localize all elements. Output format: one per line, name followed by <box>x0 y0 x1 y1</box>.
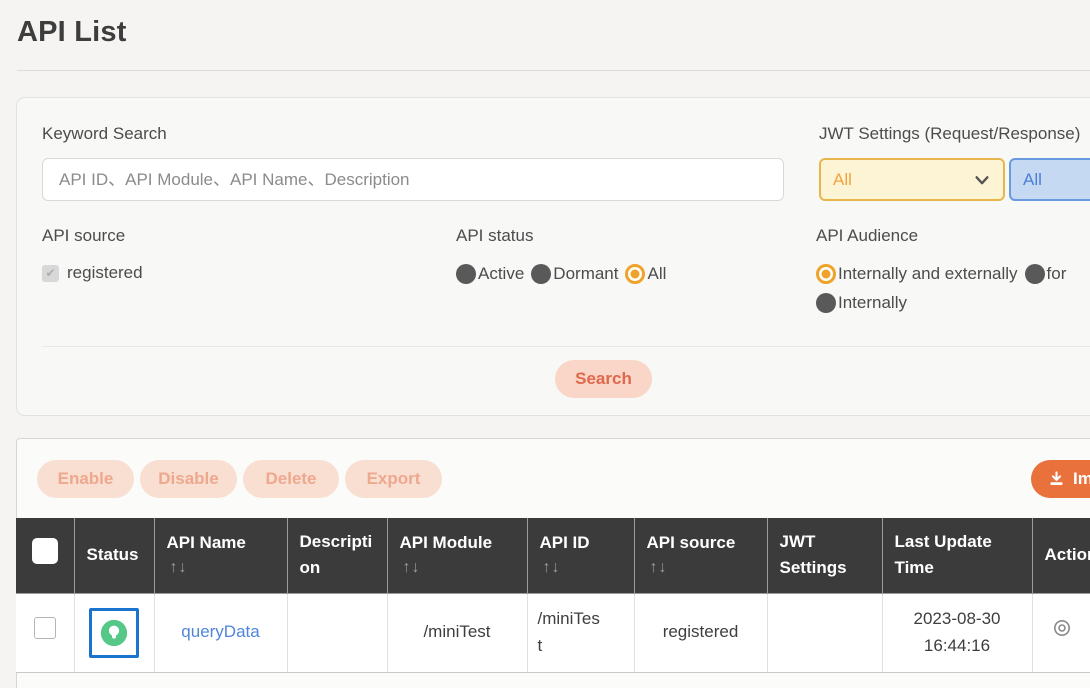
table-row: queryData /miniTest /miniTest registered… <box>16 593 1090 672</box>
api-audience-option-internally-externally: Internally and externally <box>816 264 1018 284</box>
row-api-id-value: /miniTest <box>538 606 602 659</box>
radio-internally-label: Internally <box>838 293 907 313</box>
column-header-last-update-time: Last Update Time <box>882 518 1032 593</box>
api-audience-options-row-1: Internally and externally for <box>816 264 1073 284</box>
api-status-options: Active Dormant All <box>456 264 673 284</box>
column-header-last-update-time-label: Last Update Time <box>895 532 992 577</box>
row-description-cell <box>287 593 387 672</box>
radio-all[interactable] <box>625 264 645 284</box>
export-button[interactable]: Export <box>345 460 442 498</box>
status-toggle-button[interactable] <box>89 608 139 658</box>
select-all-checkbox[interactable] <box>32 538 58 564</box>
column-header-status-label: Status <box>87 545 139 564</box>
row-action-cell <box>1032 593 1090 672</box>
column-header-api-module[interactable]: API Module ↑↓ <box>387 518 527 593</box>
column-header-api-id-label: API ID <box>540 533 590 552</box>
row-jwt-settings-cell <box>767 593 882 672</box>
view-button[interactable] <box>1051 617 1073 642</box>
column-header-api-name-label: API Name <box>167 533 246 552</box>
title-divider <box>17 70 1090 71</box>
active-bulb-icon <box>99 618 129 648</box>
sort-icon[interactable]: ↑↓ <box>167 556 275 581</box>
keyword-search-label: Keyword Search <box>42 124 167 144</box>
download-icon <box>1047 470 1066 489</box>
search-button[interactable]: Search <box>555 360 652 398</box>
radio-for-label: for <box>1047 264 1067 284</box>
api-audience-option-for: for <box>1025 264 1067 284</box>
select-all-header <box>16 518 74 593</box>
api-audience-option-internally: Internally <box>816 293 907 313</box>
search-panel-divider <box>42 346 1090 347</box>
import-button-label: Import <box>1073 469 1090 489</box>
keyword-search-input[interactable] <box>42 158 784 201</box>
registered-checkbox[interactable]: ✔ <box>42 265 59 282</box>
column-header-status: Status <box>74 518 154 593</box>
column-header-api-id[interactable]: API ID ↑↓ <box>527 518 634 593</box>
sort-icon[interactable]: ↑↓ <box>400 556 515 581</box>
registered-label: registered <box>67 263 143 283</box>
jwt-response-select[interactable]: All <box>1009 158 1090 201</box>
table-panel: Enable Disable Delete Export Import <box>16 438 1090 688</box>
radio-active-label: Active <box>478 264 524 284</box>
jwt-request-selected-value: All <box>833 170 852 190</box>
api-status-option-active: Active <box>456 264 524 284</box>
page-content: API List Keyword Search JWT Settings (Re… <box>0 0 1090 688</box>
column-header-jwt-settings: JWT Settings <box>767 518 882 593</box>
api-status-option-all: All <box>625 264 666 284</box>
radio-active[interactable] <box>456 264 476 284</box>
radio-for[interactable] <box>1025 264 1045 284</box>
column-header-api-module-label: API Module <box>400 533 493 552</box>
search-panel: Keyword Search JWT Settings (Request/Res… <box>16 97 1090 416</box>
header-row: Status API Name ↑↓ Description API Modul… <box>16 518 1090 593</box>
radio-internally-externally-label: Internally and externally <box>838 264 1018 284</box>
column-header-api-source[interactable]: API source ↑↓ <box>634 518 767 593</box>
delete-button[interactable]: Delete <box>243 460 339 498</box>
radio-internally[interactable] <box>816 293 836 313</box>
sort-icon[interactable]: ↑↓ <box>540 556 622 581</box>
eye-icon <box>1051 617 1073 639</box>
api-table: Status API Name ↑↓ Description API Modul… <box>16 518 1090 673</box>
sort-icon[interactable]: ↑↓ <box>647 556 755 581</box>
column-header-action-label: Action <box>1045 545 1090 564</box>
jwt-settings-label: JWT Settings (Request/Response) <box>819 124 1080 144</box>
row-api-source-cell: registered <box>634 593 767 672</box>
api-source-label: API source <box>42 226 125 246</box>
column-header-description-label: Description <box>300 532 373 577</box>
disable-button[interactable]: Disable <box>140 460 237 498</box>
enable-button[interactable]: Enable <box>37 460 134 498</box>
jwt-request-select[interactable]: All <box>819 158 1005 201</box>
import-button[interactable]: Import <box>1031 460 1090 498</box>
row-status-cell <box>74 593 154 672</box>
api-name-link[interactable]: queryData <box>181 622 259 641</box>
radio-dormant-label: Dormant <box>553 264 618 284</box>
column-header-description: Description <box>287 518 387 593</box>
api-status-option-dormant: Dormant <box>531 264 618 284</box>
chevron-down-icon <box>973 171 991 189</box>
row-api-module-cell: /miniTest <box>387 593 527 672</box>
row-select-cell <box>16 593 74 672</box>
column-header-jwt-settings-label: JWT Settings <box>780 532 847 577</box>
column-header-api-source-label: API source <box>647 533 736 552</box>
column-header-action: Action <box>1032 518 1090 593</box>
page-title: API List <box>17 16 127 49</box>
api-audience-options-row-2: Internally <box>816 293 914 313</box>
api-status-label: API status <box>456 226 533 246</box>
row-checkbox[interactable] <box>34 617 56 639</box>
column-header-api-name[interactable]: API Name ↑↓ <box>154 518 287 593</box>
radio-dormant[interactable] <box>531 264 551 284</box>
radio-internally-externally[interactable] <box>816 264 836 284</box>
row-last-update-time-cell: 2023-08-30 16:44:16 <box>882 593 1032 672</box>
jwt-response-selected-value: All <box>1023 170 1042 190</box>
api-audience-label: API Audience <box>816 226 918 246</box>
row-api-name-cell: queryData <box>154 593 287 672</box>
radio-all-label: All <box>647 264 666 284</box>
api-source-registered-option: ✔ registered <box>42 263 143 283</box>
row-api-id-cell: /miniTest <box>527 593 634 672</box>
